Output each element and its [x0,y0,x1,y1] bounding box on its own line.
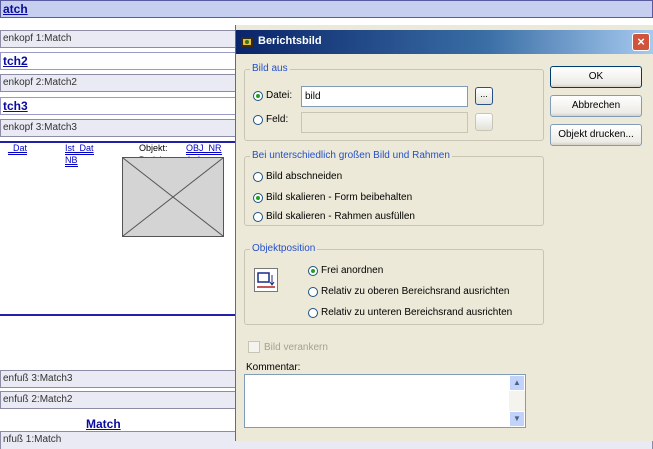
datei-input[interactable]: bild [301,86,468,107]
berichtsbild-dialog: Berichtsbild × Bild aus Datei: bild ... … [235,25,653,441]
radio-feld[interactable]: Feld: [253,114,288,125]
section-header-match[interactable]: atch [0,0,653,18]
radio-skalieren-form-label: Bild skalieren - Form beibehalten [266,192,413,203]
app-icon [241,37,253,47]
label-objekt: Objekt: [139,143,168,153]
match-label[interactable]: Match [86,417,121,431]
checkbox-indicator [248,341,260,353]
radio-skalieren-rahmen-label: Bild skalieren - Rahmen ausfüllen [266,211,415,222]
feld-browse-button[interactable] [475,113,493,131]
close-button[interactable]: × [632,33,650,51]
checkbox-bild-verankern[interactable]: Bild verankern [248,341,328,353]
checkbox-bild-verankern-label: Bild verankern [264,341,328,353]
radio-indicator [308,265,318,276]
kommentar-label: Kommentar: [246,362,301,373]
radio-indicator [253,171,263,182]
image-placeholder[interactable] [122,157,224,237]
dialog-titlebar[interactable]: Berichtsbild × [236,30,653,54]
radio-relativ-unten-label: Relativ zu unteren Bereichsrand ausricht… [321,307,513,318]
field-nb[interactable]: NB [65,154,78,167]
radio-relativ-unten[interactable]: Relativ zu unteren Bereichsrand ausricht… [308,307,512,318]
radio-relativ-oben-label: Relativ zu oberen Bereichsrand ausrichte… [321,286,510,297]
feld-input[interactable] [301,112,468,133]
close-icon: × [637,34,645,49]
group-title-groessen: Bei unterschiedlich großen Bild und Rahm… [250,150,452,161]
abbrechen-button[interactable]: Abbrechen [550,95,642,117]
radio-skalieren-rahmen[interactable]: Bild skalieren - Rahmen ausfüllen [253,211,415,222]
radio-skalieren-form[interactable]: Bild skalieren - Form beibehalten [253,192,412,203]
radio-indicator [253,192,263,203]
dialog-title: Berichtsbild [258,35,322,47]
kommentar-textarea[interactable]: ▲ ▼ [244,374,526,428]
objekt-drucken-button[interactable]: Objekt drucken... [550,124,642,146]
field-dat[interactable]: _Dat [8,142,28,155]
position-icon [254,268,278,292]
image-placeholder-icon [122,157,224,237]
radio-relativ-oben[interactable]: Relativ zu oberen Bereichsrand ausrichte… [308,286,509,297]
group-title-bild-aus: Bild aus [250,63,290,74]
section-divider [0,314,240,316]
radio-indicator [308,307,318,318]
radio-indicator [253,90,263,101]
radio-frei-anordnen-label: Frei anordnen [321,265,384,276]
kommentar-scrollbar[interactable]: ▲ ▼ [509,375,525,427]
radio-datei[interactable]: Datei: [253,90,292,101]
datei-browse-button[interactable]: ... [475,87,493,105]
group-title-objektposition: Objektposition [250,243,318,254]
radio-indicator [253,211,263,222]
radio-frei-anordnen[interactable]: Frei anordnen [308,265,383,276]
scroll-up-icon[interactable]: ▲ [509,375,525,391]
radio-datei-label: Datei: [266,90,293,101]
scroll-down-icon[interactable]: ▼ [509,411,525,427]
radio-feld-label: Feld: [266,114,289,125]
radio-bild-abschneiden[interactable]: Bild abschneiden [253,171,342,182]
radio-bild-abschneiden-label: Bild abschneiden [266,171,343,182]
radio-indicator [308,286,318,297]
radio-indicator [253,114,263,125]
ok-button[interactable]: OK [550,66,642,88]
